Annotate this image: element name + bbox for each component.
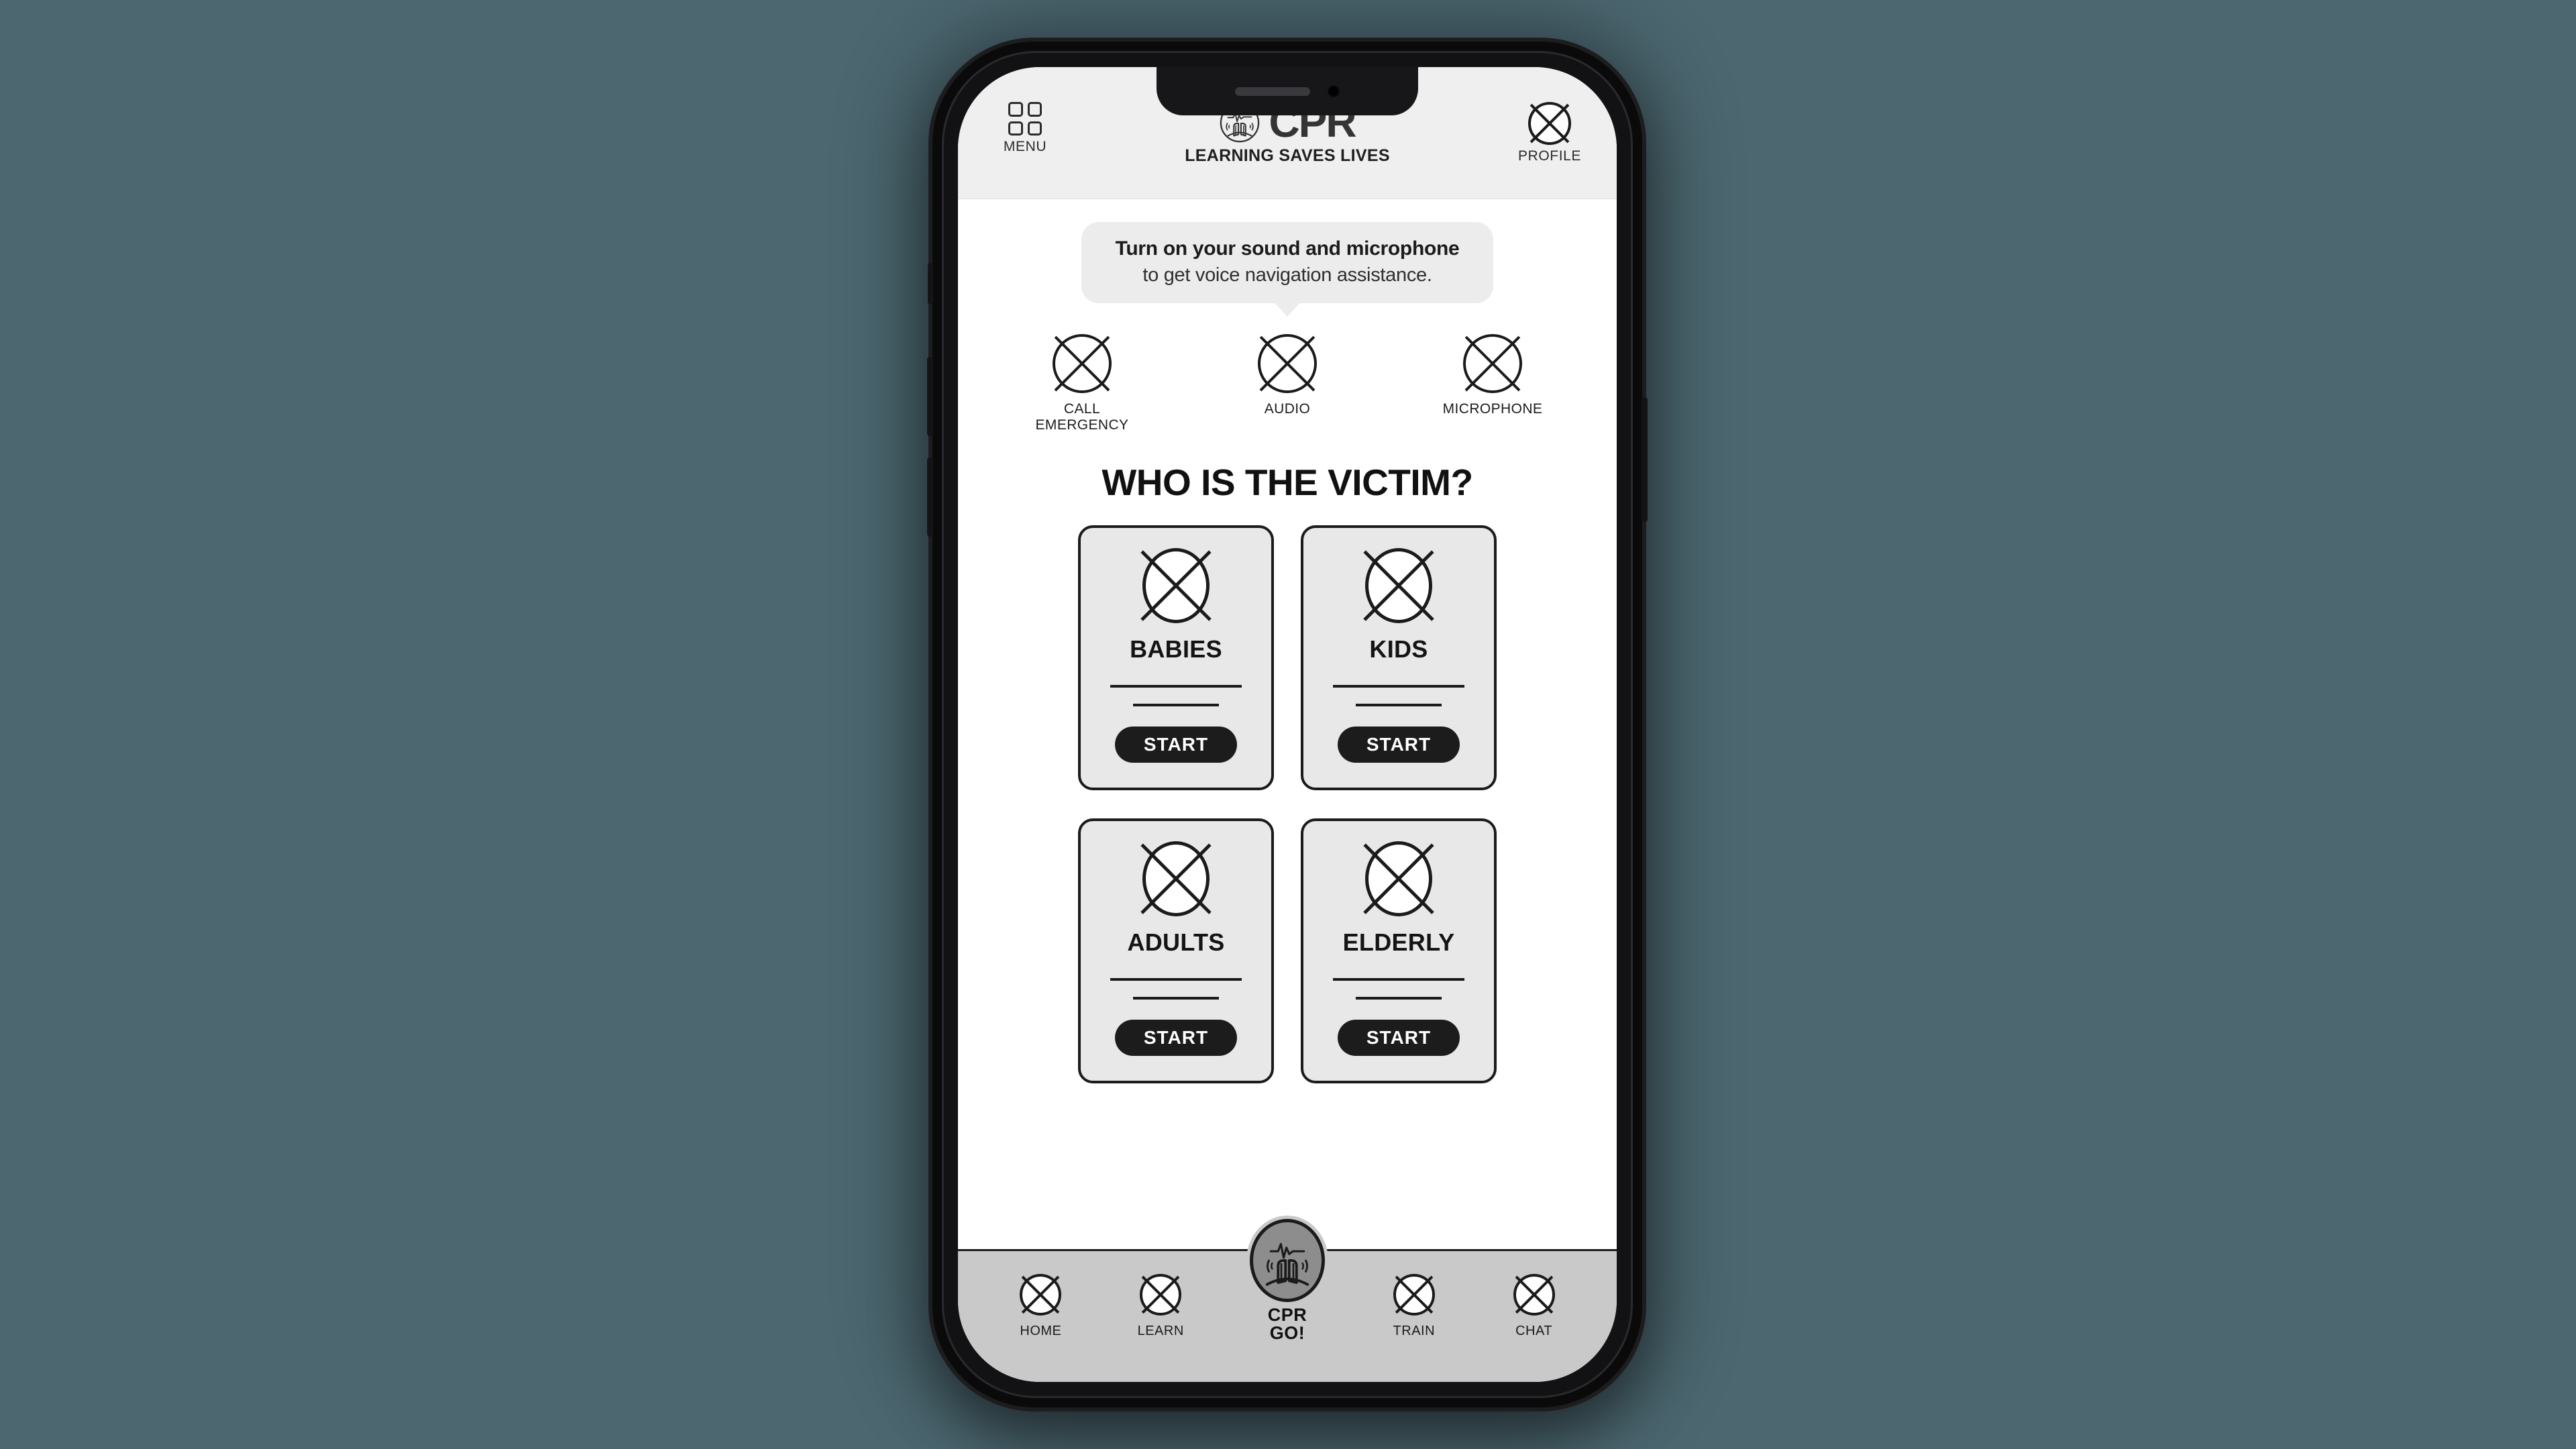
voice-tip-title: Turn on your sound and microphone <box>1115 237 1460 260</box>
start-button-elderly[interactable]: START <box>1338 1020 1460 1057</box>
profile-label: PROFILE <box>1517 148 1582 164</box>
quick-action-audio[interactable]: AUDIO <box>1230 333 1344 433</box>
quick-action-microphone[interactable]: MICROPHONE <box>1436 333 1550 433</box>
nav-label: CHAT <box>1515 1324 1553 1338</box>
audio-placeholder-icon <box>1258 333 1317 393</box>
adults-placeholder-icon <box>1142 841 1210 917</box>
card-placeholder-line-wide <box>1333 978 1464 981</box>
cpr-go-line2: GO! <box>1269 1323 1305 1343</box>
quick-action-label: AUDIO <box>1264 400 1311 417</box>
quick-action-label: CALL EMERGENCY <box>1035 400 1129 433</box>
quick-action-label: MICROPHONE <box>1442 400 1543 417</box>
card-placeholder-line-narrow <box>1356 997 1442 1000</box>
cpr-clasped-hands-heartbeat-badge-icon <box>1249 1219 1325 1302</box>
nav-item-cpr-go[interactable]: CPR GO! <box>1237 1219 1338 1342</box>
chat-placeholder-icon <box>1513 1274 1555 1316</box>
nav-item-home[interactable]: HOME <box>997 1274 1084 1339</box>
victim-card-kids[interactable]: KIDS START <box>1301 525 1497 791</box>
card-placeholder-line-wide <box>1110 978 1242 981</box>
silent-switch-button[interactable] <box>928 263 933 305</box>
voice-assistance-tooltip: Turn on your sound and microphone to get… <box>1081 222 1493 303</box>
call-emergency-placeholder-icon <box>1053 333 1112 393</box>
card-title: ELDERLY <box>1342 928 1455 957</box>
card-placeholder-line-wide <box>1333 685 1464 688</box>
cpr-go-line1: CPR <box>1267 1305 1307 1325</box>
phone-notch <box>1157 67 1418 115</box>
start-button-adults[interactable]: START <box>1115 1020 1237 1057</box>
card-title: KIDS <box>1369 635 1428 663</box>
train-placeholder-icon <box>1393 1274 1435 1316</box>
grid-menu-icon <box>1008 102 1042 136</box>
babies-placeholder-icon <box>1142 548 1210 624</box>
front-camera-icon <box>1328 85 1340 97</box>
profile-button[interactable]: PROFILE <box>1509 102 1590 164</box>
microphone-placeholder-icon <box>1463 333 1522 393</box>
quick-actions-row: CALL EMERGENCY AUDIO MICROPHONE <box>1025 333 1550 433</box>
nav-item-learn[interactable]: LEARN <box>1117 1274 1204 1339</box>
card-placeholder-line-narrow <box>1133 997 1219 1000</box>
quick-action-call-emergency[interactable]: CALL EMERGENCY <box>1025 333 1139 433</box>
page-title: WHO IS THE VICTIM? <box>1102 462 1473 504</box>
card-title: ADULTS <box>1127 928 1225 957</box>
phone-screen: MENU CPR LEARNING SAVES LIVES PROFILE Tu… <box>958 67 1617 1382</box>
card-placeholder-line-wide <box>1110 685 1242 688</box>
phone-device-frame: MENU CPR LEARNING SAVES LIVES PROFILE Tu… <box>927 42 1648 1407</box>
app-body: Turn on your sound and microphone to get… <box>958 199 1617 1249</box>
nav-label: HOME <box>1020 1324 1062 1338</box>
kids-placeholder-icon <box>1365 548 1432 624</box>
card-placeholder-line-narrow <box>1133 704 1219 707</box>
brand-tagline: LEARNING SAVES LIVES <box>1185 146 1390 165</box>
menu-label: MENU <box>1003 139 1047 154</box>
home-placeholder-icon <box>1020 1274 1062 1316</box>
volume-up-button[interactable] <box>927 357 933 436</box>
menu-button[interactable]: MENU <box>985 102 1065 154</box>
cpr-go-hands-icon <box>1265 1242 1309 1286</box>
bottom-navigation-bar: HOME LEARN CPR GO! TRAIN CHAT <box>958 1219 1617 1382</box>
elderly-placeholder-icon <box>1365 841 1432 917</box>
power-button[interactable] <box>1642 397 1648 522</box>
start-button-babies[interactable]: START <box>1115 727 1237 763</box>
profile-placeholder-icon <box>1528 102 1571 145</box>
nav-label: TRAIN <box>1393 1324 1436 1338</box>
victim-card-elderly[interactable]: ELDERLY START <box>1301 818 1497 1084</box>
victim-card-adults[interactable]: ADULTS START <box>1078 818 1274 1084</box>
voice-tip-subtitle: to get voice navigation assistance. <box>1142 264 1432 286</box>
start-button-kids[interactable]: START <box>1338 727 1460 763</box>
nav-label: LEARN <box>1137 1324 1184 1338</box>
earpiece-speaker <box>1235 87 1310 96</box>
card-title: BABIES <box>1130 635 1222 663</box>
learn-placeholder-icon <box>1140 1274 1182 1316</box>
victim-cards-grid: BABIES START KIDS START ADULTS START ELD… <box>1078 525 1497 1084</box>
card-placeholder-line-narrow <box>1356 704 1442 707</box>
victim-card-babies[interactable]: BABIES START <box>1078 525 1274 791</box>
nav-item-chat[interactable]: CHAT <box>1491 1274 1578 1339</box>
cpr-go-label: CPR GO! <box>1268 1306 1307 1342</box>
volume-down-button[interactable] <box>927 458 933 537</box>
nav-item-train[interactable]: TRAIN <box>1371 1274 1458 1339</box>
